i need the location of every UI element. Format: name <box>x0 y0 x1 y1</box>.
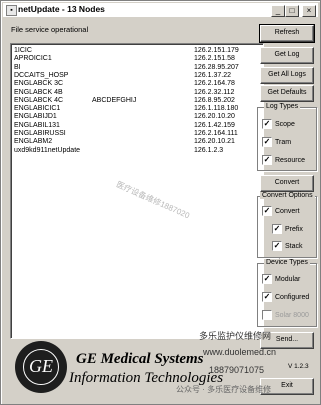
list-item[interactable]: 1ICIC 126.2.151.179 <box>14 47 260 55</box>
node-ip: 126.8.95.202 <box>194 96 235 104</box>
check-icon: ✓ <box>262 274 272 284</box>
status-text: File service operational <box>11 25 89 34</box>
list-item[interactable]: uxd9kd911netUpdate 126.1.2.3 <box>14 147 260 155</box>
window-title: netUpdate - 13 Nodes <box>18 4 105 14</box>
watermark-4: 18879071075 <box>209 365 265 375</box>
node-name: ENGLABIRUSSI <box>14 130 66 137</box>
watermark-5: 公众号 · 多乐医疗设备维修 <box>176 385 272 394</box>
node-ip: 126.20.10.21 <box>194 138 235 146</box>
list-item[interactable]: ENGLABCK 3C 126.2.164.78 <box>14 80 260 88</box>
node-name: ENGLABCK 4B <box>14 88 63 96</box>
prefix-label: Prefix <box>285 225 303 233</box>
watermark-3: www.duolemed.cn <box>203 347 277 357</box>
node-ip: 126.2.164.78 <box>194 80 235 88</box>
stack-checkbox[interactable]: ✓ Stack <box>272 241 303 251</box>
check-icon: ✓ <box>262 137 272 147</box>
check-icon: ✓ <box>262 155 272 165</box>
node-name: uxd9kd911netUpdate <box>14 146 81 154</box>
title-bar[interactable]: ▪ netUpdate - 13 Nodes _ □ × <box>3 3 318 17</box>
node-name: DCCAITS_HOSP <box>14 71 69 79</box>
convert-options-group: Convert Options ✓ Convert ✓ Prefix ✓ Stack <box>257 192 317 258</box>
prefix-checkbox[interactable]: ✓ Prefix <box>272 224 303 234</box>
modular-label: Modular <box>275 275 301 283</box>
version-text: V 1.2.3 <box>288 363 309 370</box>
node-name: BI <box>14 63 21 71</box>
close-icon[interactable]: × <box>302 5 316 17</box>
list-item[interactable]: ENGLABM2 126.20.10.21 <box>14 138 260 146</box>
list-item[interactable]: ENGLABCK 4C ABCDEFGHIJ 126.8.95.202 <box>14 97 260 105</box>
node-name: APROICIC1 <box>14 55 52 63</box>
check-icon: ✓ <box>262 119 272 129</box>
node-ip: 126.1.42.159 <box>194 121 235 129</box>
tram-checkbox[interactable]: ✓ Tram <box>262 137 291 147</box>
node-name: ENGLABICIC1 <box>14 105 61 113</box>
solar-label: Solar 8000 <box>275 311 309 319</box>
convert-label: Convert <box>275 207 300 215</box>
get-all-logs-button[interactable]: Get All Logs <box>260 67 314 84</box>
node-ip: 126.1.2.3 <box>194 146 224 154</box>
configured-checkbox[interactable]: ✓ Configured <box>262 292 309 302</box>
node-ip: 126.1.118.180 <box>194 105 239 113</box>
scope-label: Scope <box>275 120 295 128</box>
watermark-2: 多乐监护仪维修网 <box>199 331 272 341</box>
scope-checkbox[interactable]: ✓ Scope <box>262 119 295 129</box>
convert-button[interactable]: Convert <box>260 175 314 192</box>
modular-checkbox[interactable]: ✓ Modular <box>262 274 300 284</box>
empty-check-icon <box>262 310 272 320</box>
node-name: ENGLABIL131 <box>14 121 60 129</box>
list-item[interactable]: BI 126.28.95.207 <box>14 64 260 72</box>
device-types-label: Device Types <box>264 259 310 266</box>
node-ip: 126.1.37.22 <box>194 71 231 79</box>
check-icon: ✓ <box>272 241 282 251</box>
configured-label: Configured <box>275 293 310 301</box>
list-item[interactable]: ENGLABICIC1 126.1.118.180 <box>14 105 260 113</box>
node-ip: 126.2.32.112 <box>194 88 235 96</box>
stack-label: Stack <box>285 242 303 250</box>
convert-options-label: Convert Options <box>260 192 315 199</box>
check-icon: ✓ <box>262 206 272 216</box>
convert-checkbox[interactable]: ✓ Convert <box>262 206 300 216</box>
node-ip: 126.2.151.179 <box>194 47 239 54</box>
list-item[interactable]: ENGLABCK 4B 126.2.32.112 <box>14 89 260 97</box>
resource-checkbox[interactable]: ✓ Resource <box>262 155 305 165</box>
node-ip: 126.2.151.58 <box>194 55 235 63</box>
list-item[interactable]: APROICIC1 126.2.151.58 <box>14 55 260 63</box>
log-types-group: Log Types ✓ Scope ✓ Tram ✓ Resource <box>257 103 317 171</box>
list-item[interactable]: ENGLABIL131 126.1.42.159 <box>14 122 260 130</box>
node-ip: 126.20.10.20 <box>194 113 235 121</box>
solar-checkbox: Solar 8000 <box>262 310 309 320</box>
ge-logo: GE <box>15 341 67 393</box>
app-icon[interactable]: ▪ <box>6 5 17 16</box>
get-defaults-button[interactable]: Get Defaults <box>260 85 314 102</box>
tram-label: Tram <box>275 138 292 146</box>
list-item[interactable]: ENGLABIJD1 126.20.10.20 <box>14 113 260 121</box>
node-name: 1ICIC <box>14 47 32 54</box>
resource-label: Resource <box>275 156 305 164</box>
check-icon: ✓ <box>262 292 272 302</box>
maximize-icon[interactable]: □ <box>285 5 299 17</box>
minimize-icon[interactable]: _ <box>271 5 285 17</box>
node-name: ENGLABCK 4C <box>14 96 64 104</box>
list-item[interactable]: DCCAITS_HOSP 126.1.37.22 <box>14 72 260 80</box>
log-types-label: Log Types <box>264 103 301 110</box>
node-name: ENGLABM2 <box>14 138 53 146</box>
node-ip: 126.2.164.111 <box>194 130 238 137</box>
node-extra: ABCDEFGHIJ <box>92 96 137 104</box>
netupdate-window: ▪ netUpdate - 13 Nodes _ □ × File servic… <box>0 0 321 405</box>
get-log-button[interactable]: Get Log <box>260 47 314 64</box>
node-ip: 126.28.95.207 <box>194 63 239 71</box>
check-icon: ✓ <box>272 224 282 234</box>
node-name: ENGLABCK 3C <box>14 80 64 88</box>
brand-line1: GE Medical Systems <box>76 351 204 367</box>
node-name: ENGLABIJD1 <box>14 113 57 121</box>
list-item[interactable]: ENGLABIRUSSI 126.2.164.111 <box>14 130 260 138</box>
refresh-button[interactable]: Refresh <box>259 24 315 43</box>
device-types-group: Device Types ✓ Modular ✓ Configured Solar … <box>257 259 317 327</box>
ge-logo-text: GE <box>23 349 59 385</box>
